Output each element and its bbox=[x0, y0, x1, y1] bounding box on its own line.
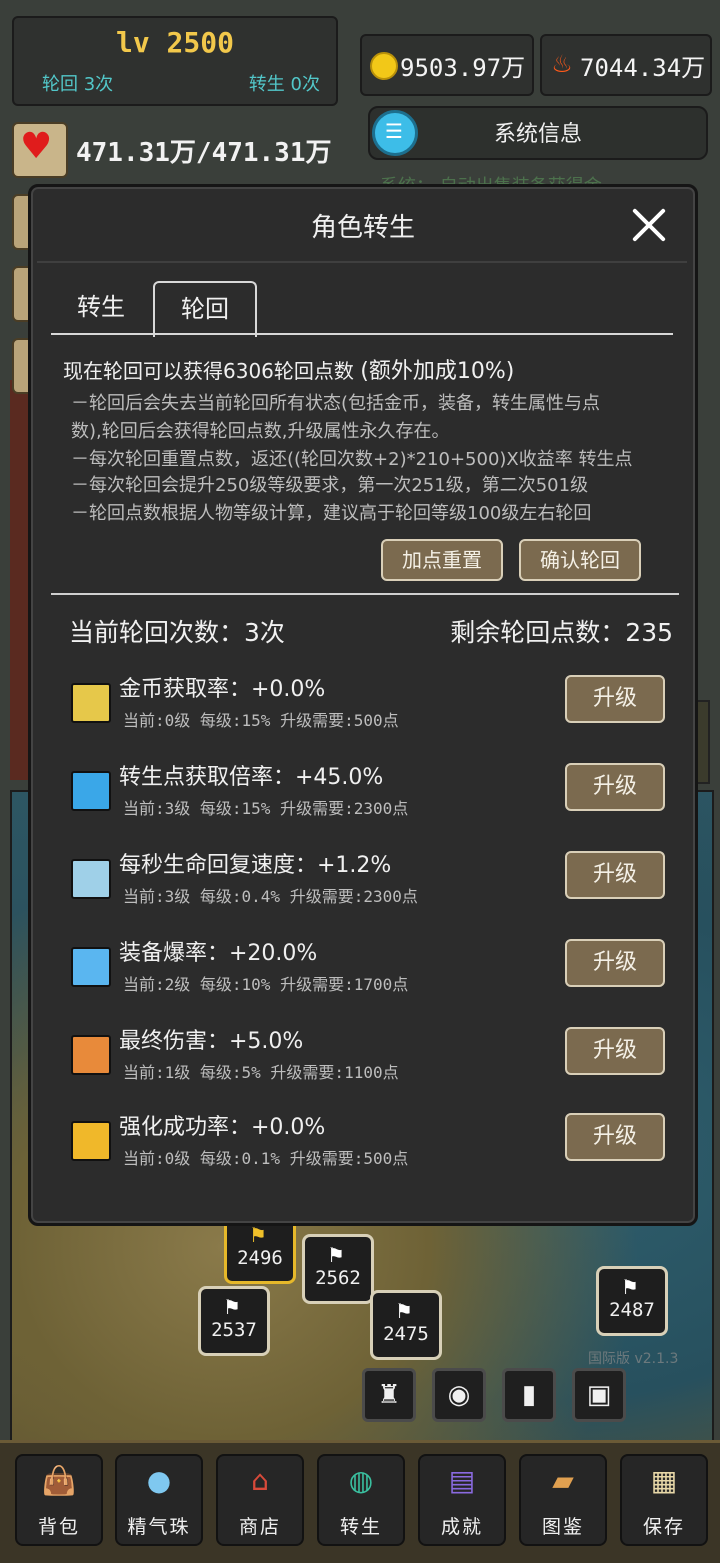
attribute-detail: 当前:1级 每级:5% 升级需要:1100点 bbox=[123, 1063, 399, 1082]
upgrade-button[interactable]: 升级 bbox=[565, 1027, 665, 1075]
system-info-title: 系统信息 bbox=[493, 122, 582, 147]
flame-value: 7044.34万 bbox=[580, 54, 706, 82]
attribute-row: 每秒生命回复速度：+1.2% 当前:3级 每级:0.4% 升级需要:2300点 … bbox=[67, 847, 667, 927]
dialog-title: 角色转生 bbox=[310, 213, 415, 243]
divider bbox=[51, 593, 679, 595]
nav-save[interactable]: ▦ 保存 bbox=[620, 1454, 708, 1546]
achievement-book-icon: ▤ bbox=[448, 1464, 476, 1497]
level-value: lv 2500 bbox=[115, 26, 234, 59]
bookmark-icon: ▣ bbox=[586, 1380, 612, 1410]
backpack-icon: 👜 bbox=[41, 1464, 77, 1497]
flame-counter: ♨ 7044.34万 bbox=[540, 34, 712, 96]
spirit-orb-icon: ● bbox=[146, 1464, 172, 1497]
current-reincarnation-count: 当前轮回次数：3次 bbox=[69, 618, 285, 647]
attribute-row: 最终伤害：+5.0% 当前:1级 每级:5% 升级需要:1100点 升级 bbox=[67, 1023, 667, 1103]
gold-value: 9503.97万 bbox=[400, 54, 526, 82]
system-info-bar[interactable]: ☰ 系统信息 bbox=[368, 106, 708, 160]
flame-icon: ♨ bbox=[551, 50, 573, 78]
codex-icon: ▰ bbox=[552, 1464, 574, 1497]
reset-points-button[interactable]: 加点重置 bbox=[381, 539, 503, 581]
attribute-detail: 当前:0级 每级:0.1% 升级需要:500点 bbox=[123, 1149, 409, 1168]
info-line: －轮回后会失去当前轮回所有状态(包括金币，装备，转生属性与点 bbox=[71, 393, 601, 414]
shop-icon: ⌂ bbox=[251, 1464, 269, 1497]
divider bbox=[37, 261, 687, 263]
enhance-icon bbox=[71, 1121, 111, 1161]
flag-icon: ⚑ bbox=[249, 1223, 267, 1247]
nav-codex[interactable]: ▰ 图鉴 bbox=[519, 1454, 607, 1546]
bar-chart-icon: ▮ bbox=[521, 1380, 537, 1410]
speaker-icon: ◉ bbox=[447, 1380, 471, 1410]
info-line: 数),轮回后会获得轮回点数,升级属性永久存在。 bbox=[71, 421, 450, 442]
upgrade-button[interactable]: 升级 bbox=[565, 939, 665, 987]
attribute-row: 强化成功率：+0.0% 当前:0级 每级:0.1% 升级需要:500点 升级 bbox=[67, 1109, 667, 1189]
version-label: 国际版 v2.1.3 bbox=[588, 1351, 679, 1367]
info-line: －轮回点数根据人物等级计算，建议高于轮回等级100级左右轮回 bbox=[71, 503, 592, 524]
tab-reincarnation[interactable]: 轮回 bbox=[153, 281, 257, 337]
reincarnation-count: 轮回 3次 bbox=[42, 74, 114, 95]
hp-value: 471.31万/471.31万 bbox=[76, 138, 332, 168]
info-line: －每次轮回会提升250级等级要求，第一次251级，第二次501级 bbox=[71, 475, 589, 496]
gold-sun-icon bbox=[71, 683, 111, 723]
attribute-detail: 当前:3级 每级:0.4% 升级需要:2300点 bbox=[123, 887, 418, 906]
tool-button-bookmark[interactable]: ▣ bbox=[572, 1368, 626, 1422]
attribute-row: 金币获取率：+0.0% 当前:0级 每级:15% 升级需要:500点 升级 bbox=[67, 671, 667, 751]
map-flag[interactable]: ⚑ 2537 bbox=[198, 1286, 270, 1356]
level-panel: lv 2500 轮回 3次 转生 0次 bbox=[12, 16, 338, 106]
nav-shop[interactable]: ⌂ 商店 bbox=[216, 1454, 304, 1546]
attribute-name: 金币获取率：+0.0% bbox=[119, 677, 326, 702]
rebirth-count: 转生 0次 bbox=[248, 74, 320, 95]
final-damage-icon bbox=[71, 1035, 111, 1075]
upgrade-button[interactable]: 升级 bbox=[565, 1113, 665, 1161]
attribute-name: 每秒生命回复速度：+1.2% bbox=[119, 853, 392, 878]
confirm-reincarnation-button[interactable]: 确认轮回 bbox=[519, 539, 641, 581]
nav-rebirth[interactable]: ◍ 转生 bbox=[317, 1454, 405, 1546]
points-text: 现在轮回可以获得6306轮回点数 bbox=[63, 359, 354, 383]
nav-backpack[interactable]: 👜 背包 bbox=[15, 1454, 103, 1546]
attribute-row: 转生点获取倍率：+45.0% 当前:3级 每级:15% 升级需要:2300点 升… bbox=[67, 759, 667, 839]
tool-button-bot[interactable]: ♜ bbox=[362, 1368, 416, 1422]
flag-icon: ⚑ bbox=[223, 1295, 241, 1319]
hp-panel: ♥ 471.31万/471.31万 bbox=[12, 122, 334, 178]
upgrade-button[interactable]: 升级 bbox=[565, 851, 665, 899]
regen-figure-icon bbox=[71, 859, 111, 899]
nav-spirit-orb[interactable]: ● 精气珠 bbox=[115, 1454, 203, 1546]
gold-coin-icon bbox=[370, 52, 398, 80]
points-available: 现在轮回可以获得6306轮回点数 (额外加成10%) bbox=[63, 353, 514, 385]
flag-icon: ⚑ bbox=[395, 1299, 413, 1323]
attribute-name: 转生点获取倍率：+45.0% bbox=[119, 765, 384, 790]
heart-icon: ♥ bbox=[12, 122, 68, 178]
white-leaf-icon bbox=[71, 771, 111, 811]
tab-rebirth[interactable]: 转生 bbox=[51, 281, 151, 335]
attribute-name: 强化成功率：+0.0% bbox=[119, 1115, 326, 1140]
save-scroll-icon: ▦ bbox=[650, 1464, 678, 1497]
info-line: －每次轮回重置点数，返还((轮回次数+2)*210+500)X收益率 转生点 bbox=[71, 449, 633, 470]
flag-icon: ⚑ bbox=[621, 1275, 639, 1299]
gold-counter: 9503.97万 bbox=[360, 34, 534, 96]
tool-button-sound[interactable]: ◉ bbox=[432, 1368, 486, 1422]
close-icon[interactable] bbox=[627, 203, 671, 247]
attribute-row: 装备爆率：+20.0% 当前:2级 每级:10% 升级需要:1700点 升级 bbox=[67, 935, 667, 1015]
upgrade-button[interactable]: 升级 bbox=[565, 675, 665, 723]
map-flag[interactable]: ⚑ 2487 bbox=[596, 1266, 668, 1336]
rebirth-dialog: 角色转生 转生 轮回 现在轮回可以获得6306轮回点数 (额外加成10%) －轮… bbox=[28, 184, 698, 1226]
drop-crystal-icon bbox=[71, 947, 111, 987]
attribute-detail: 当前:2级 每级:10% 升级需要:1700点 bbox=[123, 975, 409, 994]
map-flag[interactable]: ⚑ 2562 bbox=[302, 1234, 374, 1304]
attribute-name: 装备爆率：+20.0% bbox=[119, 941, 318, 966]
attribute-name: 最终伤害：+5.0% bbox=[119, 1029, 304, 1054]
tab-underline bbox=[51, 333, 673, 335]
rebirth-globe-icon: ◍ bbox=[348, 1464, 374, 1497]
attribute-detail: 当前:3级 每级:15% 升级需要:2300点 bbox=[123, 799, 409, 818]
nav-achievement[interactable]: ▤ 成就 bbox=[418, 1454, 506, 1546]
bonus-text: (额外加成10%) bbox=[360, 359, 515, 384]
remaining-points: 剩余轮回点数：235 bbox=[450, 618, 673, 647]
upgrade-button[interactable]: 升级 bbox=[565, 763, 665, 811]
flag-icon: ⚑ bbox=[327, 1243, 345, 1267]
robot-icon: ♜ bbox=[377, 1380, 401, 1410]
tool-button-stats[interactable]: ▮ bbox=[502, 1368, 556, 1422]
map-flag[interactable]: ⚑ 2475 bbox=[370, 1290, 442, 1360]
attribute-detail: 当前:0级 每级:15% 升级需要:500点 bbox=[123, 711, 399, 730]
